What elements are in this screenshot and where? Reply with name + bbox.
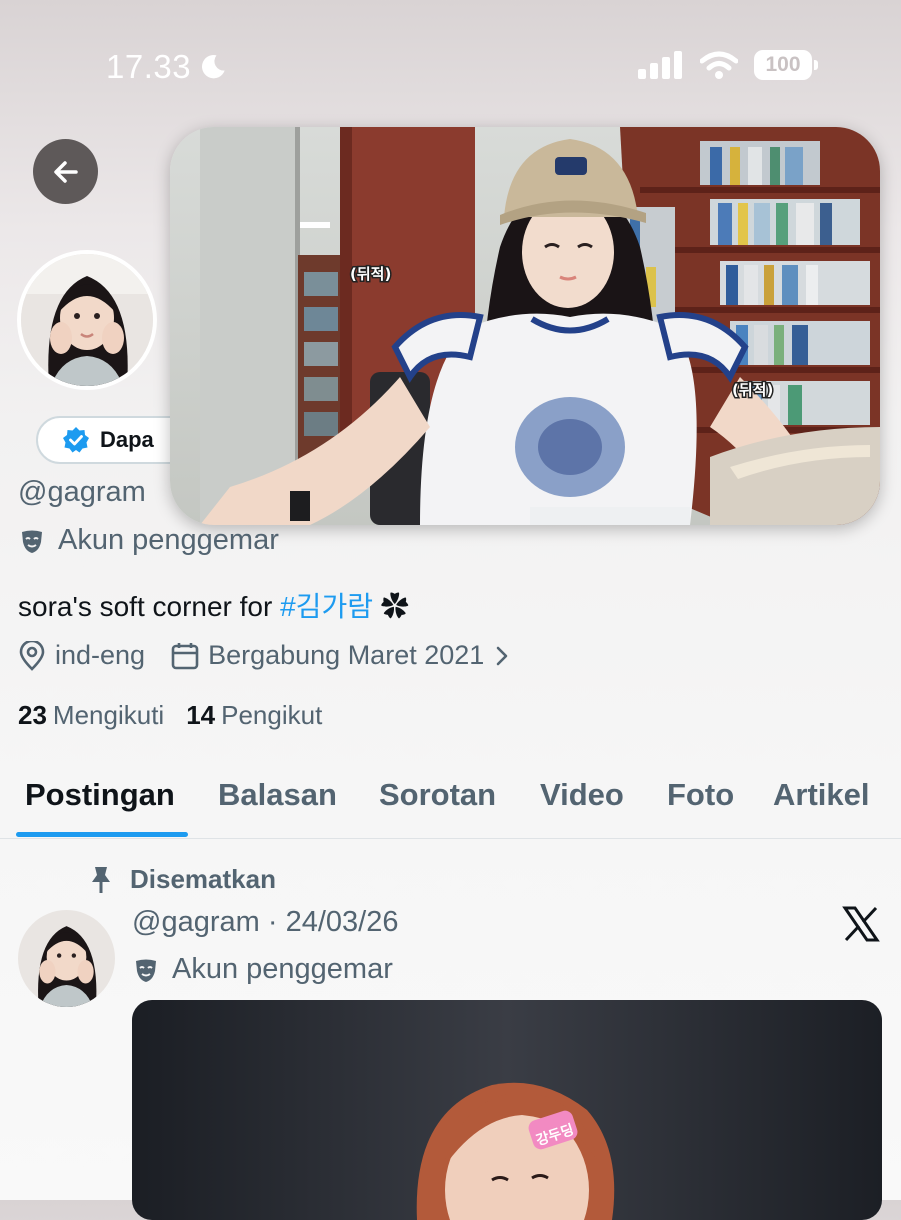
- bio-text: sora's soft corner for: [18, 591, 281, 622]
- following-label: Mengikuti: [52, 700, 165, 730]
- post-image[interactable]: 강두딩: [132, 1000, 882, 1220]
- post-avatar-photo: [18, 910, 115, 1007]
- calendar-icon: [171, 642, 199, 669]
- profile-meta-row: ind-eng Bergabung Maret 2021: [18, 640, 511, 671]
- joined-text: Bergabung Maret 2021: [208, 640, 485, 670]
- chevron-right-icon: [496, 646, 508, 665]
- profile-tabs: Postingan Balasan Sorotan Video Foto Art…: [0, 760, 901, 839]
- profile-bio: sora's soft corner for #김가람 ✿: [18, 585, 409, 625]
- pin-icon: [92, 866, 110, 893]
- picture-in-picture-video[interactable]: (뒤적) (뒤적): [170, 127, 880, 525]
- tab-artikel[interactable]: Artikel: [773, 777, 869, 813]
- tab-postingan[interactable]: Postingan: [25, 777, 175, 813]
- battery-level: 100: [765, 53, 801, 76]
- following-link[interactable]: 23 Mengikuti: [18, 700, 164, 731]
- bio-emoji: ✿: [380, 591, 409, 622]
- moon-icon: [202, 54, 225, 79]
- post-account-type-text: Akun penggemar: [172, 953, 393, 985]
- x-logo-icon[interactable]: [842, 905, 880, 943]
- following-count: 23: [18, 700, 47, 730]
- pinned-label: Disematkan: [130, 864, 276, 894]
- followers-count: 14: [186, 700, 216, 730]
- post-author-avatar[interactable]: [18, 910, 115, 1007]
- post-handle[interactable]: @gagram: [132, 906, 260, 938]
- joined-date-link[interactable]: Bergabung Maret 2021: [171, 640, 511, 671]
- status-bar-indicators: 100: [638, 50, 818, 80]
- back-arrow-icon: [53, 160, 78, 183]
- avatar-photo: [21, 254, 153, 386]
- video-caption-left: (뒤적): [350, 265, 391, 283]
- clock-text: 17.33: [106, 48, 192, 85]
- tab-sorotan[interactable]: Sorotan: [379, 777, 496, 813]
- video-frame: (뒤적) (뒤적): [170, 127, 880, 525]
- location-pin-icon: [19, 640, 45, 671]
- tab-video[interactable]: Video: [540, 777, 624, 813]
- back-button[interactable]: [33, 139, 98, 204]
- wifi-icon: [700, 51, 738, 79]
- location-text: ind-eng: [55, 640, 146, 670]
- followers-link[interactable]: 14 Pengikut: [186, 700, 322, 731]
- tab-foto[interactable]: Foto: [667, 777, 734, 813]
- location-item: ind-eng: [18, 640, 145, 671]
- post-date[interactable]: 24/03/26: [286, 906, 399, 938]
- fan-mask-icon: [22, 530, 42, 553]
- account-type-text: Akun penggemar: [58, 524, 279, 556]
- post-separator: ·: [267, 906, 278, 938]
- signal-icon: [638, 51, 682, 79]
- verified-badge-icon: [63, 427, 89, 453]
- post-image-content: 강두딩: [132, 1000, 882, 1220]
- status-bar-time: 17.33: [106, 48, 227, 86]
- bio-hashtag-link[interactable]: #김가람: [280, 591, 373, 622]
- battery-icon: 100: [754, 50, 818, 80]
- profile-avatar[interactable]: [17, 250, 157, 390]
- pinned-indicator: Disematkan: [88, 864, 276, 895]
- account-type-label: Akun penggemar: [18, 524, 279, 557]
- post-header: @gagram · 24/03/26: [132, 906, 398, 939]
- fan-mask-icon: [136, 959, 156, 982]
- follow-stats: 23 Mengikuti 14 Pengikut: [18, 700, 322, 731]
- pill-label: Dapa: [100, 427, 154, 452]
- followers-label: Pengikut: [221, 700, 323, 730]
- profile-handle: @gagram: [18, 476, 146, 508]
- tab-balasan[interactable]: Balasan: [218, 777, 337, 813]
- video-caption-right: (뒤적): [732, 381, 773, 399]
- active-tab-indicator: [16, 832, 188, 837]
- post-account-type: Akun penggemar: [132, 953, 393, 986]
